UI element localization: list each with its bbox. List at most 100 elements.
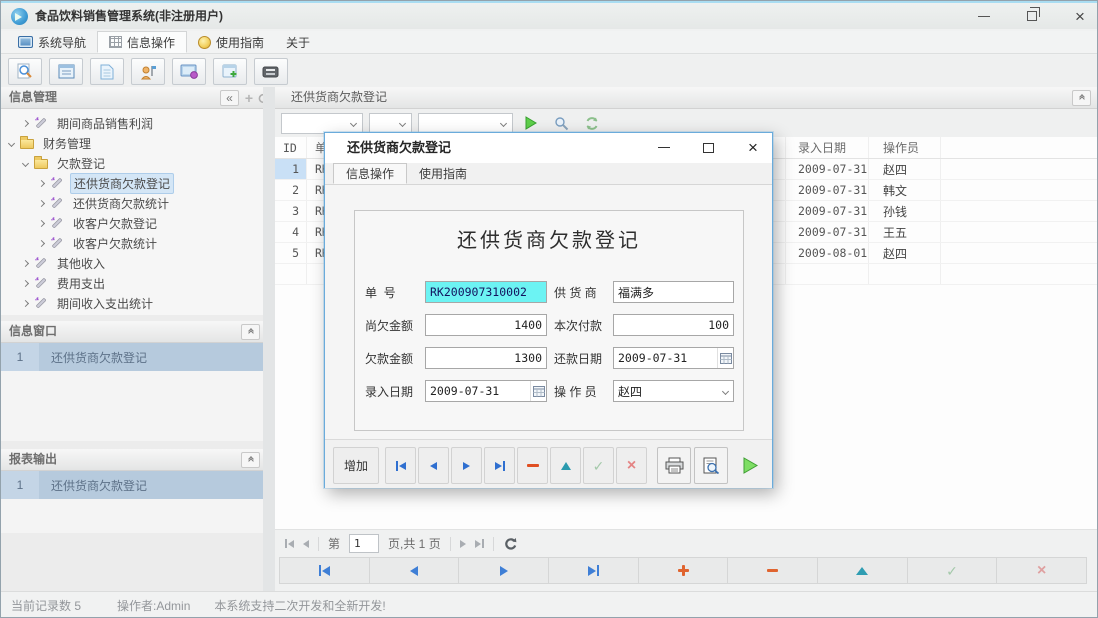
dialog-minimize-button[interactable] [649,133,679,162]
nav-prev-button[interactable] [370,558,460,583]
chevron-down-icon[interactable] [718,381,733,401]
tab-label: 系统导航 [38,34,86,51]
calendar-button[interactable] [530,381,546,401]
tree-item-repay-supplier-debt-registration[interactable]: 还供货商欠款登记 [1,173,263,193]
browse-search-button[interactable] [8,58,42,85]
order-no-field[interactable] [425,281,547,303]
balance-input[interactable] [426,348,546,368]
filter-combo-2[interactable] [369,113,412,134]
amount-owed-field[interactable] [425,314,547,336]
collapse-report-output-button[interactable] [241,452,260,468]
order-no-input[interactable] [426,282,546,302]
nav-next-button[interactable] [459,558,549,583]
filter-search-button[interactable] [549,112,573,134]
pager-next-button[interactable] [460,540,466,548]
filter-refresh-button[interactable] [579,112,603,134]
collapse-info-window-button[interactable] [241,324,260,340]
prev-record-button[interactable] [418,447,449,484]
pager-first-button[interactable] [285,539,294,548]
info-window-item[interactable]: 1 还供货商欠款登记 [1,343,263,371]
minimize-icon [658,147,670,148]
first-record-button[interactable] [385,447,416,484]
tab-user-guide[interactable]: 使用指南 [187,31,275,53]
tree-item-period-product-sales-profit[interactable]: 期间商品销售利润 [1,113,263,133]
document-button[interactable] [90,58,124,85]
repay-date-input[interactable] [614,348,717,368]
filter-combo-1[interactable] [281,113,363,134]
column-header-id[interactable]: ID [275,137,307,158]
operator-input[interactable] [614,381,718,401]
report-output-header: 报表输出 [1,449,263,471]
nav-insert-button[interactable] [639,558,729,583]
payment-field[interactable] [613,314,734,336]
dialog-close-button[interactable]: × [738,133,768,162]
nav-post-button[interactable]: ✓ [908,558,998,583]
tree-item-other-income[interactable]: 其他收入 [1,253,263,273]
amount-owed-input[interactable] [426,315,546,335]
supplier-field[interactable] [613,281,734,303]
user-report-button[interactable] [131,58,165,85]
screen-view-button[interactable] [172,58,206,85]
pager-last-button[interactable] [475,539,484,548]
post-record-button[interactable]: ✓ [583,447,614,484]
operator-combo[interactable] [613,380,734,402]
window-minimize-button[interactable] [967,3,1001,29]
next-record-button[interactable] [451,447,482,484]
nav-edit-button[interactable] [818,558,908,583]
dialog-tab-info-operation[interactable]: 信息操作 [333,163,407,184]
delete-record-button[interactable] [517,447,548,484]
nav-cancel-button[interactable]: × [997,558,1086,583]
collapse-main-panel-button[interactable] [1072,90,1091,106]
edit-record-button[interactable] [550,447,581,484]
tree-item-repay-supplier-debt-statistics[interactable]: 还供货商欠款统计 [1,193,263,213]
tree-item-receive-customer-debt-registration[interactable]: 收客户欠款登记 [1,213,263,233]
column-header-date[interactable]: 录入日期 [786,137,869,158]
repay-date-field[interactable] [613,347,734,369]
column-header-operator[interactable]: 操作员 [869,137,941,158]
add-window-button[interactable] [213,58,247,85]
tab-system-navigation[interactable]: 系统导航 [7,31,97,53]
tree-item-expense-payment[interactable]: 费用支出 [1,273,263,293]
collapse-sidebar-button[interactable]: « [220,90,239,106]
info-window-header: 信息窗口 [1,321,263,343]
balance-field[interactable] [425,347,547,369]
last-record-button[interactable] [484,447,515,484]
cancel-edit-button[interactable]: × [616,447,647,484]
tree-item-receive-customer-debt-statistics[interactable]: 收客户欠款统计 [1,233,263,253]
window-close-button[interactable]: × [1063,3,1097,29]
tree-folder-finance-management[interactable]: 财务管理 [1,133,263,153]
window-restore-button[interactable] [1015,3,1049,29]
dialog-tab-user-guide[interactable]: 使用指南 [407,163,479,184]
add-record-button[interactable]: 增加 [333,447,379,484]
tree-item-label: 费用支出 [54,274,108,293]
pane-splitter[interactable] [263,87,275,591]
entry-date-field[interactable] [425,380,547,402]
double-chevron-up-icon [1080,95,1084,101]
tab-about[interactable]: 关于 [275,31,321,53]
print-preview-button[interactable] [694,447,728,484]
filter-combo-3[interactable] [418,113,513,134]
chevron-right-icon [22,279,29,286]
payment-input[interactable] [614,315,733,335]
page-number-input[interactable] [349,534,379,553]
tree-folder-debt-registration[interactable]: 欠款登记 [1,153,263,173]
pager-prev-button[interactable] [303,540,309,548]
print-button[interactable] [657,447,691,484]
output-button[interactable] [254,58,288,85]
tree-item-period-income-expense-statistics[interactable]: 期间收入支出统计 [1,293,263,313]
tab-info-operation[interactable]: 信息操作 [97,31,187,53]
report-output-item[interactable]: 1 还供货商欠款登记 [1,471,263,499]
calendar-button[interactable] [717,348,733,368]
printer-icon [665,457,684,474]
entry-date-input[interactable] [426,381,530,401]
tool-icon [50,236,64,250]
form-view-button[interactable] [49,58,83,85]
nav-delete-button[interactable] [728,558,818,583]
nav-first-button[interactable] [280,558,370,583]
filter-run-button[interactable] [519,112,543,134]
dialog-maximize-button[interactable] [693,133,723,162]
nav-last-button[interactable] [549,558,639,583]
supplier-input[interactable] [614,282,733,302]
pager-refresh-button[interactable] [503,537,517,551]
execute-button[interactable] [735,447,765,484]
